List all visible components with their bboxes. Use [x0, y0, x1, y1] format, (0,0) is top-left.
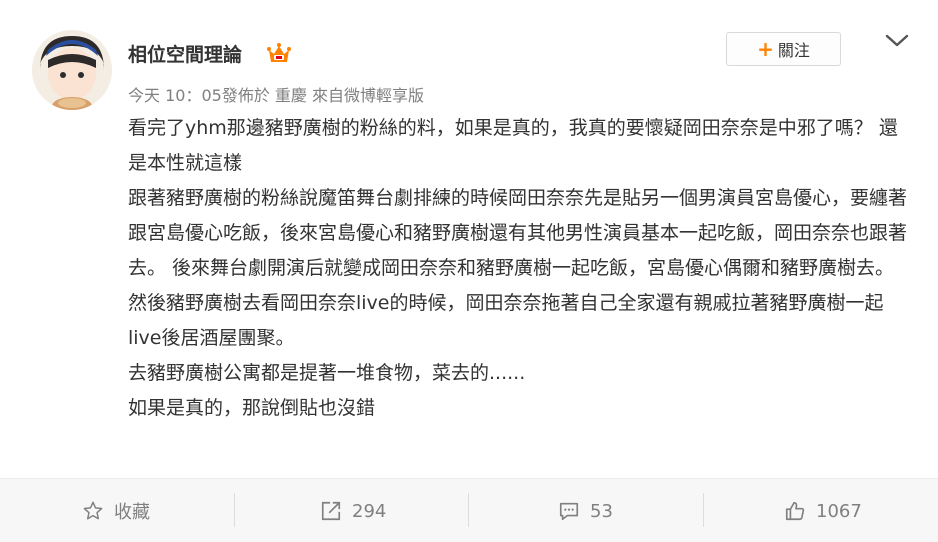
follow-label: 關注 — [777, 41, 810, 60]
divider — [703, 493, 704, 527]
author-name[interactable]: 相位空間理論 — [128, 40, 242, 67]
follow-button[interactable]: + 關注 — [726, 32, 841, 66]
comment-button[interactable]: 53 — [558, 479, 613, 542]
divider — [468, 493, 469, 527]
avatar[interactable] — [32, 30, 112, 110]
like-count: 1067 — [816, 500, 862, 522]
post-paragraph: 如果是真的，那說倒貼也沒錯 — [128, 397, 376, 419]
plus-icon: + — [757, 37, 774, 61]
like-button[interactable]: 1067 — [784, 479, 862, 542]
post-content: 看完了yhm那邊豬野廣樹的粉絲的料，如果是真的，我真的要懷疑岡田奈奈是中邪了嗎？… — [128, 111, 908, 426]
favorite-label: 收藏 — [114, 502, 150, 523]
repost-count: 294 — [352, 500, 387, 522]
avatar-image — [32, 30, 112, 110]
weibo-post-card: 相位空間理論 今天 10：05發佈於 重慶 來自微博輕享版 + 關注 看完了yh… — [0, 0, 938, 542]
post-meta: 今天 10：05發佈於 重慶 來自微博輕享版 — [128, 82, 424, 106]
post-time[interactable]: 今天 10：05 — [128, 86, 222, 105]
post-paragraph: 跟著豬野廣樹的粉絲說魔笛舞台劇排練的時候岡田奈奈先是貼另一個男演員宮島優心，要纏… — [128, 187, 908, 279]
star-icon — [83, 501, 103, 520]
repost-button[interactable]: 294 — [320, 479, 386, 542]
post-paragraph: 去豬野廣樹公寓都是提著一堆食物，菜去的...... — [128, 362, 526, 384]
divider — [234, 493, 235, 527]
comment-icon — [559, 502, 579, 521]
favorite-button[interactable]: 收藏 — [82, 479, 150, 542]
published-at-prefix: 發佈於 — [221, 86, 275, 105]
source-prefix: 來自 — [306, 86, 345, 105]
post-source[interactable]: 微博輕享版 — [344, 86, 424, 105]
action-bar: 收藏 294 53 1067 — [0, 478, 938, 542]
vip-crown-icon[interactable] — [266, 42, 292, 66]
repost-icon — [321, 501, 341, 521]
post-paragraph: 看完了yhm那邊豬野廣樹的粉絲的料，如果是真的，我真的要懷疑岡田奈奈是中邪了嗎？… — [128, 117, 898, 174]
chevron-down-icon[interactable] — [884, 32, 910, 50]
thumbs-up-icon — [785, 501, 805, 521]
post-paragraph: 然後豬野廣樹去看岡田奈奈live的時候，岡田奈奈拖著自己全家還有親戚拉著豬野廣樹… — [128, 292, 884, 349]
comment-count: 53 — [590, 500, 613, 522]
post-location: 重慶 — [274, 86, 307, 105]
